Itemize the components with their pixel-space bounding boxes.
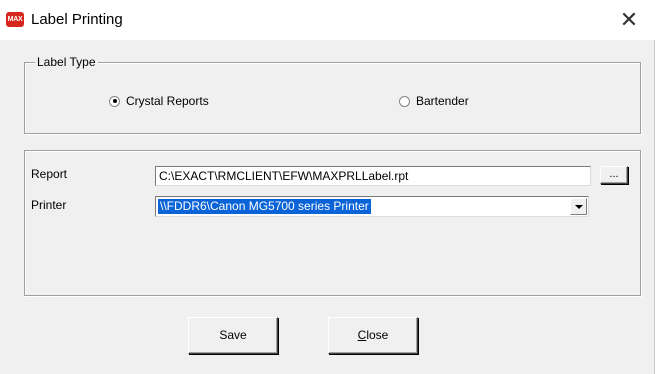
label-type-legend: Label Type bbox=[35, 55, 98, 69]
close-button[interactable]: Close bbox=[328, 317, 418, 354]
save-button[interactable]: Save bbox=[188, 317, 278, 354]
save-button-label: Save bbox=[219, 328, 247, 342]
label-type-group: Label Type Crystal Reports Bartender bbox=[24, 55, 641, 134]
report-path-field[interactable]: C:\EXACT\RMCLIENT\EFW\MAXPRLLabel.rpt bbox=[155, 166, 591, 186]
radio-crystal-reports[interactable]: Crystal Reports bbox=[109, 94, 209, 108]
radio-unchecked-icon bbox=[399, 95, 410, 107]
radio-bartender-label: Bartender bbox=[416, 94, 469, 108]
close-button-label: lose bbox=[366, 328, 389, 342]
radio-crystal-reports-label: Crystal Reports bbox=[126, 94, 209, 108]
chevron-down-icon[interactable] bbox=[570, 198, 587, 215]
app-logo-icon: MAX bbox=[6, 12, 24, 27]
printer-selected-value: \\FDDR6\Canon MG5700 series Printer bbox=[158, 199, 371, 214]
report-label: Report bbox=[31, 167, 68, 181]
label-printing-window: MAX Label Printing ✕ Label Type Crystal … bbox=[0, 0, 655, 374]
radio-checked-icon bbox=[109, 95, 120, 107]
report-settings-group: Report C:\EXACT\RMCLIENT\EFW\MAXPRLLabel… bbox=[24, 150, 641, 296]
browse-report-button[interactable]: ... bbox=[600, 166, 628, 184]
title-bar[interactable]: MAX Label Printing ✕ bbox=[0, 0, 655, 40]
printer-select[interactable]: \\FDDR6\Canon MG5700 series Printer bbox=[155, 196, 589, 217]
window-close-icon[interactable]: ✕ bbox=[612, 3, 646, 37]
printer-label: Printer bbox=[31, 198, 67, 212]
window-title: Label Printing bbox=[31, 11, 123, 28]
radio-bartender[interactable]: Bartender bbox=[399, 94, 469, 108]
